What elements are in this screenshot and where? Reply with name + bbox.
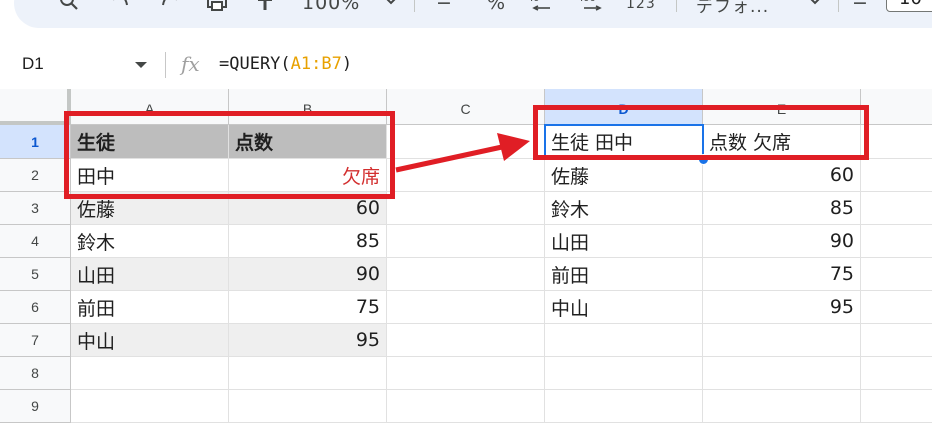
annotation-arrow-head [497,133,530,161]
annotation-arrow [395,133,530,173]
annotation-arrow-shaft [395,144,503,173]
